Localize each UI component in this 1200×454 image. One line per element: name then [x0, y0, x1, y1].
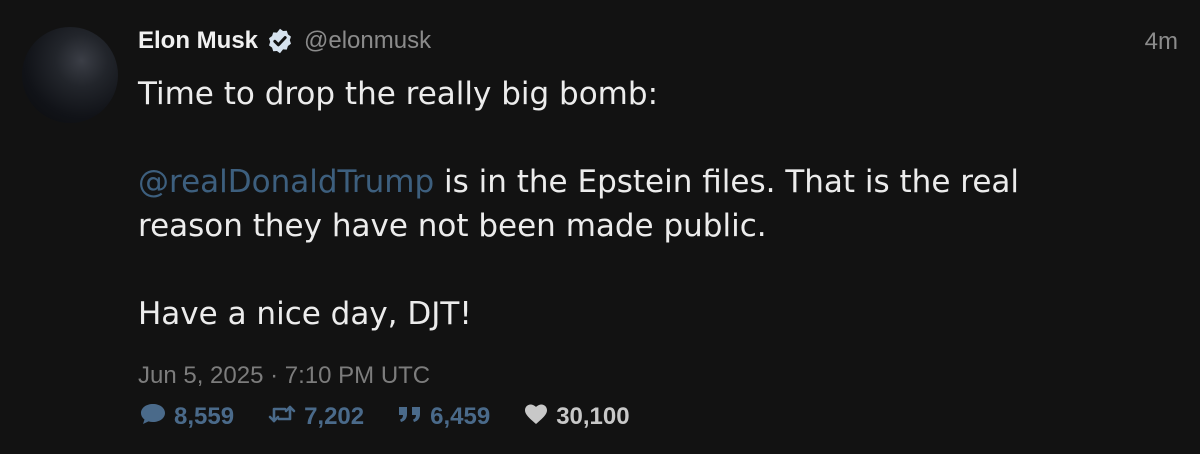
tweet-line-4: Have a nice day, DJT!	[138, 296, 472, 332]
heart-icon	[522, 401, 556, 434]
quote-button[interactable]: 6,459	[396, 401, 490, 434]
tweet-line-2: @realDonaldTrump is in the Epstein files…	[138, 160, 1158, 204]
author-name[interactable]: Elon Musk	[138, 27, 258, 55]
quote-count: 6,459	[430, 403, 491, 430]
retweet-icon	[266, 401, 304, 434]
quote-icon	[396, 401, 430, 434]
retweet-button[interactable]: 7,202	[266, 401, 364, 434]
time-ago[interactable]: 4m	[1145, 28, 1178, 56]
retweet-count: 7,202	[304, 403, 365, 430]
tweet-line-3: reason they have not been made public.	[138, 208, 767, 244]
verified-badge-icon	[266, 27, 294, 55]
tweet-text: Time to drop the really big bomb: @realD…	[138, 72, 1158, 336]
tweet-header: Elon Musk @elonmusk	[138, 25, 431, 57]
reply-button[interactable]: 8,559	[138, 401, 234, 434]
tweet-card: Elon Musk @elonmusk 4m Time to drop the …	[0, 0, 1200, 454]
tweet-actions: 8,559 7,202 6,459 30,100	[138, 400, 662, 434]
avatar[interactable]	[22, 27, 118, 123]
tweet-line-2-text: is in the Epstein files. That is the rea…	[434, 164, 1019, 200]
tweet-timestamp[interactable]: Jun 5, 2025 · 7:10 PM UTC	[138, 362, 430, 390]
reply-count: 8,559	[174, 403, 235, 430]
like-count: 30,100	[556, 403, 630, 430]
tweet-line-1: Time to drop the really big bomb:	[138, 76, 659, 112]
mention-link[interactable]: @realDonaldTrump	[138, 164, 434, 200]
reply-icon	[138, 401, 174, 434]
like-button[interactable]: 30,100	[522, 401, 630, 434]
author-handle[interactable]: @elonmusk	[304, 27, 431, 55]
